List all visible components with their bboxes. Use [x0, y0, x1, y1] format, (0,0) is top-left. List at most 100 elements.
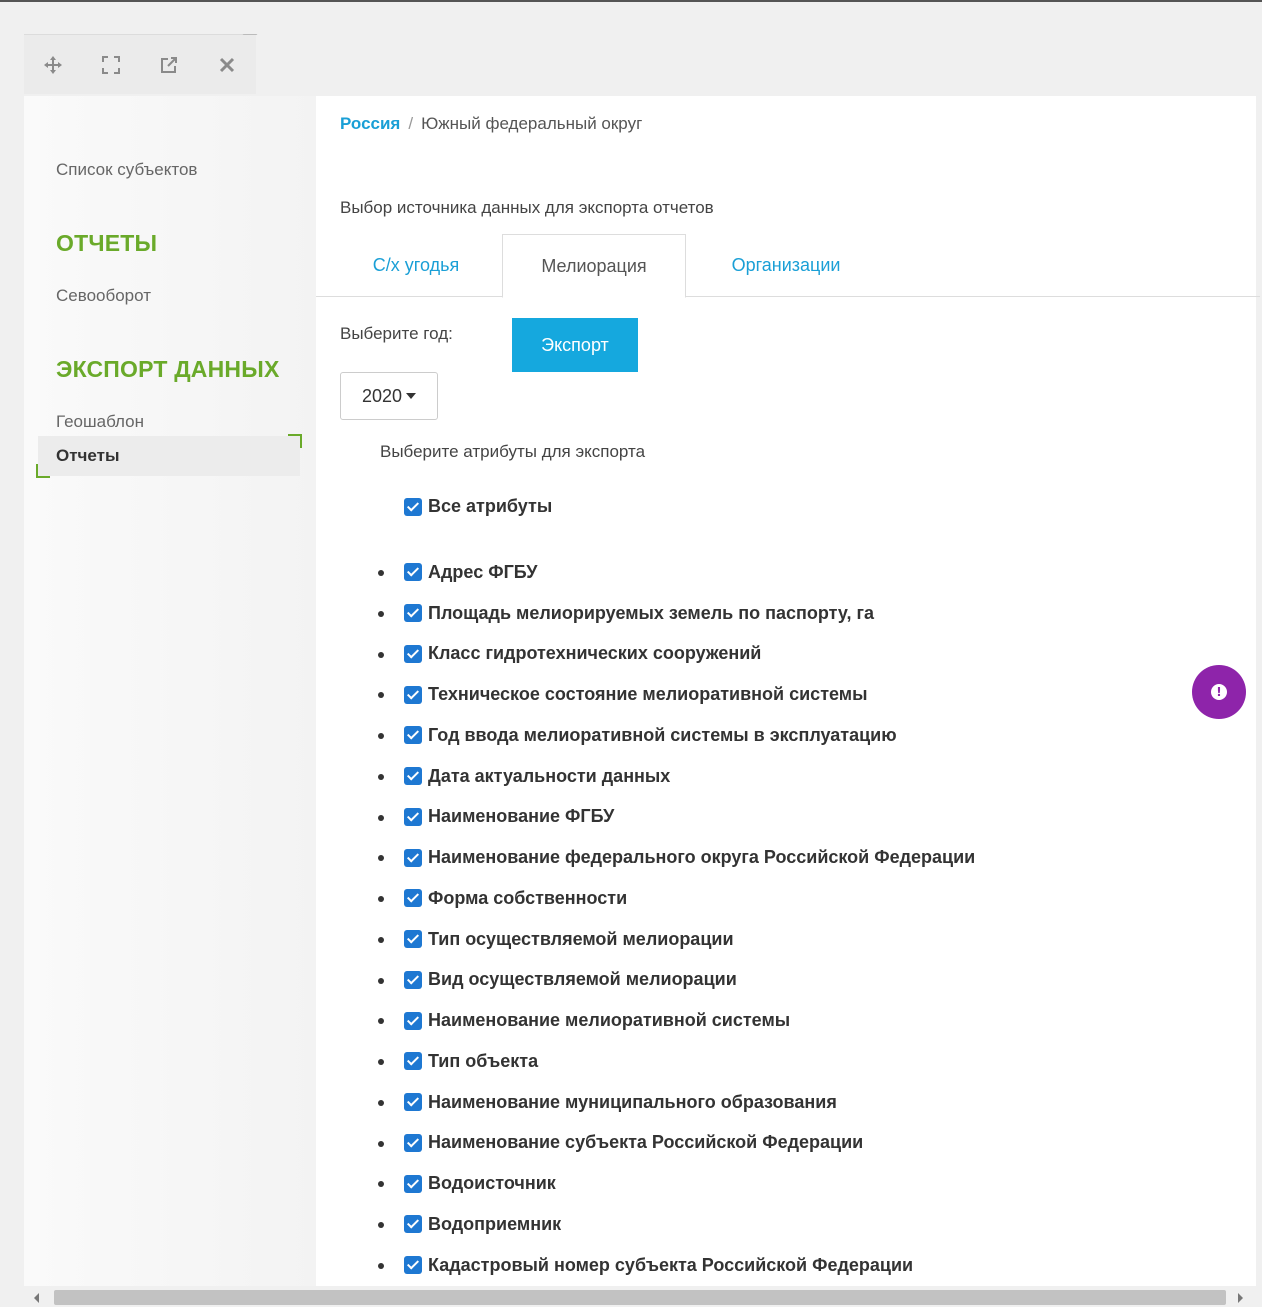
bullet-icon	[378, 936, 384, 943]
attribute-checkbox[interactable]	[404, 1093, 422, 1112]
attribute-item[interactable]: Тип осуществляемой мелиорации	[378, 919, 975, 960]
year-select[interactable]: 2020	[340, 372, 438, 420]
help-button[interactable]: !	[1192, 665, 1246, 719]
attribute-item[interactable]: Форма собственности	[378, 878, 975, 919]
scroll-right-icon[interactable]	[1238, 1293, 1243, 1303]
attribute-label: Форма собственности	[428, 887, 628, 908]
attribute-item[interactable]: Водоисточник	[378, 1163, 975, 1204]
attribute-label: Наименование федерального округа Российс…	[428, 847, 976, 868]
year-label: Выберите год:	[340, 324, 453, 343]
attribute-checkbox[interactable]	[404, 1133, 422, 1152]
attribute-item[interactable]: Наименование мелиоративной системы	[378, 1000, 975, 1041]
attribute-checkbox[interactable]	[404, 807, 422, 826]
attribute-checkbox[interactable]	[404, 726, 422, 745]
attribute-checkbox[interactable]	[404, 1256, 422, 1275]
attribute-item[interactable]: Дата актуальности данных	[378, 756, 975, 797]
attribute-checkbox[interactable]	[404, 1174, 422, 1193]
attribute-checkbox[interactable]	[404, 604, 422, 623]
attribute-checkbox[interactable]	[404, 767, 422, 786]
export-button[interactable]: Экспорт	[512, 318, 638, 372]
breadcrumb-current: Южный федеральный округ	[421, 114, 643, 133]
attribute-checkbox[interactable]	[404, 889, 422, 908]
bullet-icon	[378, 1099, 384, 1106]
attribute-item[interactable]: Наименование муниципального образования	[378, 1082, 975, 1123]
attribute-checkbox[interactable]	[404, 1011, 422, 1030]
attribute-item[interactable]: Год ввода мелиоративной системы в эксплу…	[378, 715, 975, 756]
breadcrumb-separator: /	[408, 114, 414, 133]
bullet-icon	[378, 1059, 384, 1065]
attribute-checkbox[interactable]	[404, 1052, 422, 1071]
attribute-item[interactable]: Наименование субъекта Российской Федерац…	[378, 1123, 975, 1164]
attribute-item[interactable]: Наименование ФГБУ	[378, 797, 975, 838]
sidebar-item-subjects-list[interactable]: Список субъектов	[56, 160, 197, 180]
scroll-left-icon[interactable]	[34, 1293, 39, 1303]
bullet-icon	[378, 610, 384, 617]
attribute-checkbox[interactable]	[404, 563, 422, 582]
external-link-icon[interactable]	[158, 54, 180, 76]
sidebar-heading-export: ЭКСПОРТ ДАННЫХ	[56, 356, 280, 382]
bullet-icon	[378, 977, 384, 984]
bullet-icon	[378, 651, 384, 658]
bullet-icon	[378, 733, 384, 739]
attribute-label: Наименование муниципального образования	[428, 1091, 837, 1112]
breadcrumb: Россия / Южный федеральный округ	[340, 114, 642, 134]
close-icon[interactable]	[216, 54, 238, 76]
data-source-title: Выбор источника данных для экспорта отче…	[340, 198, 714, 217]
all-attributes-checkbox[interactable]	[404, 497, 422, 516]
horizontal-scrollbar[interactable]	[24, 1288, 1262, 1307]
attribute-label: Наименование ФГБУ	[428, 806, 615, 827]
active-bracket-top-right	[288, 434, 302, 448]
tab-organizations[interactable]: Организации	[696, 234, 876, 296]
breadcrumb-root-link[interactable]: Россия	[340, 114, 400, 133]
tab-melioration[interactable]: Мелиорация	[502, 234, 686, 298]
bullet-icon	[378, 570, 384, 576]
bullet-icon	[378, 896, 384, 902]
attribute-label: Наименование мелиоративной системы	[428, 1010, 791, 1031]
sidebar-item-reports-label: Отчеты	[56, 446, 120, 465]
attributes-list: Адрес ФГБУ Площадь мелиорируемых земель п…	[378, 552, 975, 1286]
bullet-icon	[378, 814, 384, 821]
attribute-label: Наименование субъекта Российской Федерац…	[428, 1132, 864, 1153]
main-panel: Россия / Южный федеральный округ Выбор ист…	[316, 96, 1260, 1286]
bullet-icon	[378, 1181, 384, 1188]
attribute-label: Вид осуществляемой мелиорации	[428, 969, 737, 990]
attribute-checkbox[interactable]	[404, 930, 422, 949]
attribute-label: Водоисточник	[428, 1173, 556, 1194]
attribute-item[interactable]: Класс гидротехнических сооружений	[378, 634, 975, 675]
attribute-item[interactable]: Адрес ФГБУ	[378, 552, 975, 593]
window-toolbar	[24, 34, 272, 94]
attribute-label: Тип объекта	[428, 1050, 539, 1071]
attribute-label: Водоприемник	[428, 1213, 562, 1234]
attribute-item[interactable]: Кадастровый номер субъекта Российской Фе…	[378, 1245, 975, 1286]
attribute-checkbox[interactable]	[404, 970, 422, 989]
tabs-divider	[316, 296, 1260, 297]
attribute-label: Год ввода мелиоративной системы в эксплу…	[428, 724, 897, 745]
attribute-checkbox[interactable]	[404, 1215, 422, 1234]
info-icon: !	[1211, 684, 1227, 700]
attribute-checkbox[interactable]	[404, 848, 422, 867]
attribute-item[interactable]: Вид осуществляемой мелиорации	[378, 960, 975, 1001]
all-attributes-label: Все атрибуты	[428, 496, 553, 516]
attribute-label: Кадастровый номер субъекта Российской Фе…	[428, 1254, 914, 1275]
attribute-item[interactable]: Водоприемник	[378, 1204, 975, 1245]
attribute-label: Класс гидротехнических сооружений	[428, 643, 762, 664]
all-attributes-option[interactable]: Все атрибуты	[404, 496, 552, 517]
move-icon[interactable]	[42, 54, 64, 76]
attribute-item[interactable]: Тип объекта	[378, 1041, 975, 1082]
sidebar-item-crop-rotation[interactable]: Севооборот	[56, 286, 151, 306]
attribute-checkbox[interactable]	[404, 644, 422, 663]
attribute-checkbox[interactable]	[404, 685, 422, 704]
year-select-value: 2020	[361, 385, 403, 406]
attribute-label: Дата актуальности данных	[428, 765, 671, 786]
scrollbar-thumb[interactable]	[54, 1290, 1226, 1305]
sidebar-item-reports[interactable]: Отчеты	[36, 434, 302, 478]
bullet-icon	[378, 1140, 384, 1147]
expand-icon[interactable]	[100, 54, 122, 76]
tab-agricultural-land[interactable]: С/х угодья	[340, 234, 492, 296]
attribute-item[interactable]: Техническое состояние мелиоративной сист…	[378, 674, 975, 715]
attribute-item[interactable]: Площадь мелиорируемых земель по паспорту…	[378, 593, 975, 634]
sidebar-item-geotemplate[interactable]: Геошаблон	[56, 412, 144, 432]
attribute-item[interactable]: Наименование федерального округа Российс…	[378, 837, 975, 878]
attribute-label: Техническое состояние мелиоративной сист…	[428, 684, 868, 705]
caret-down-icon	[406, 393, 417, 399]
